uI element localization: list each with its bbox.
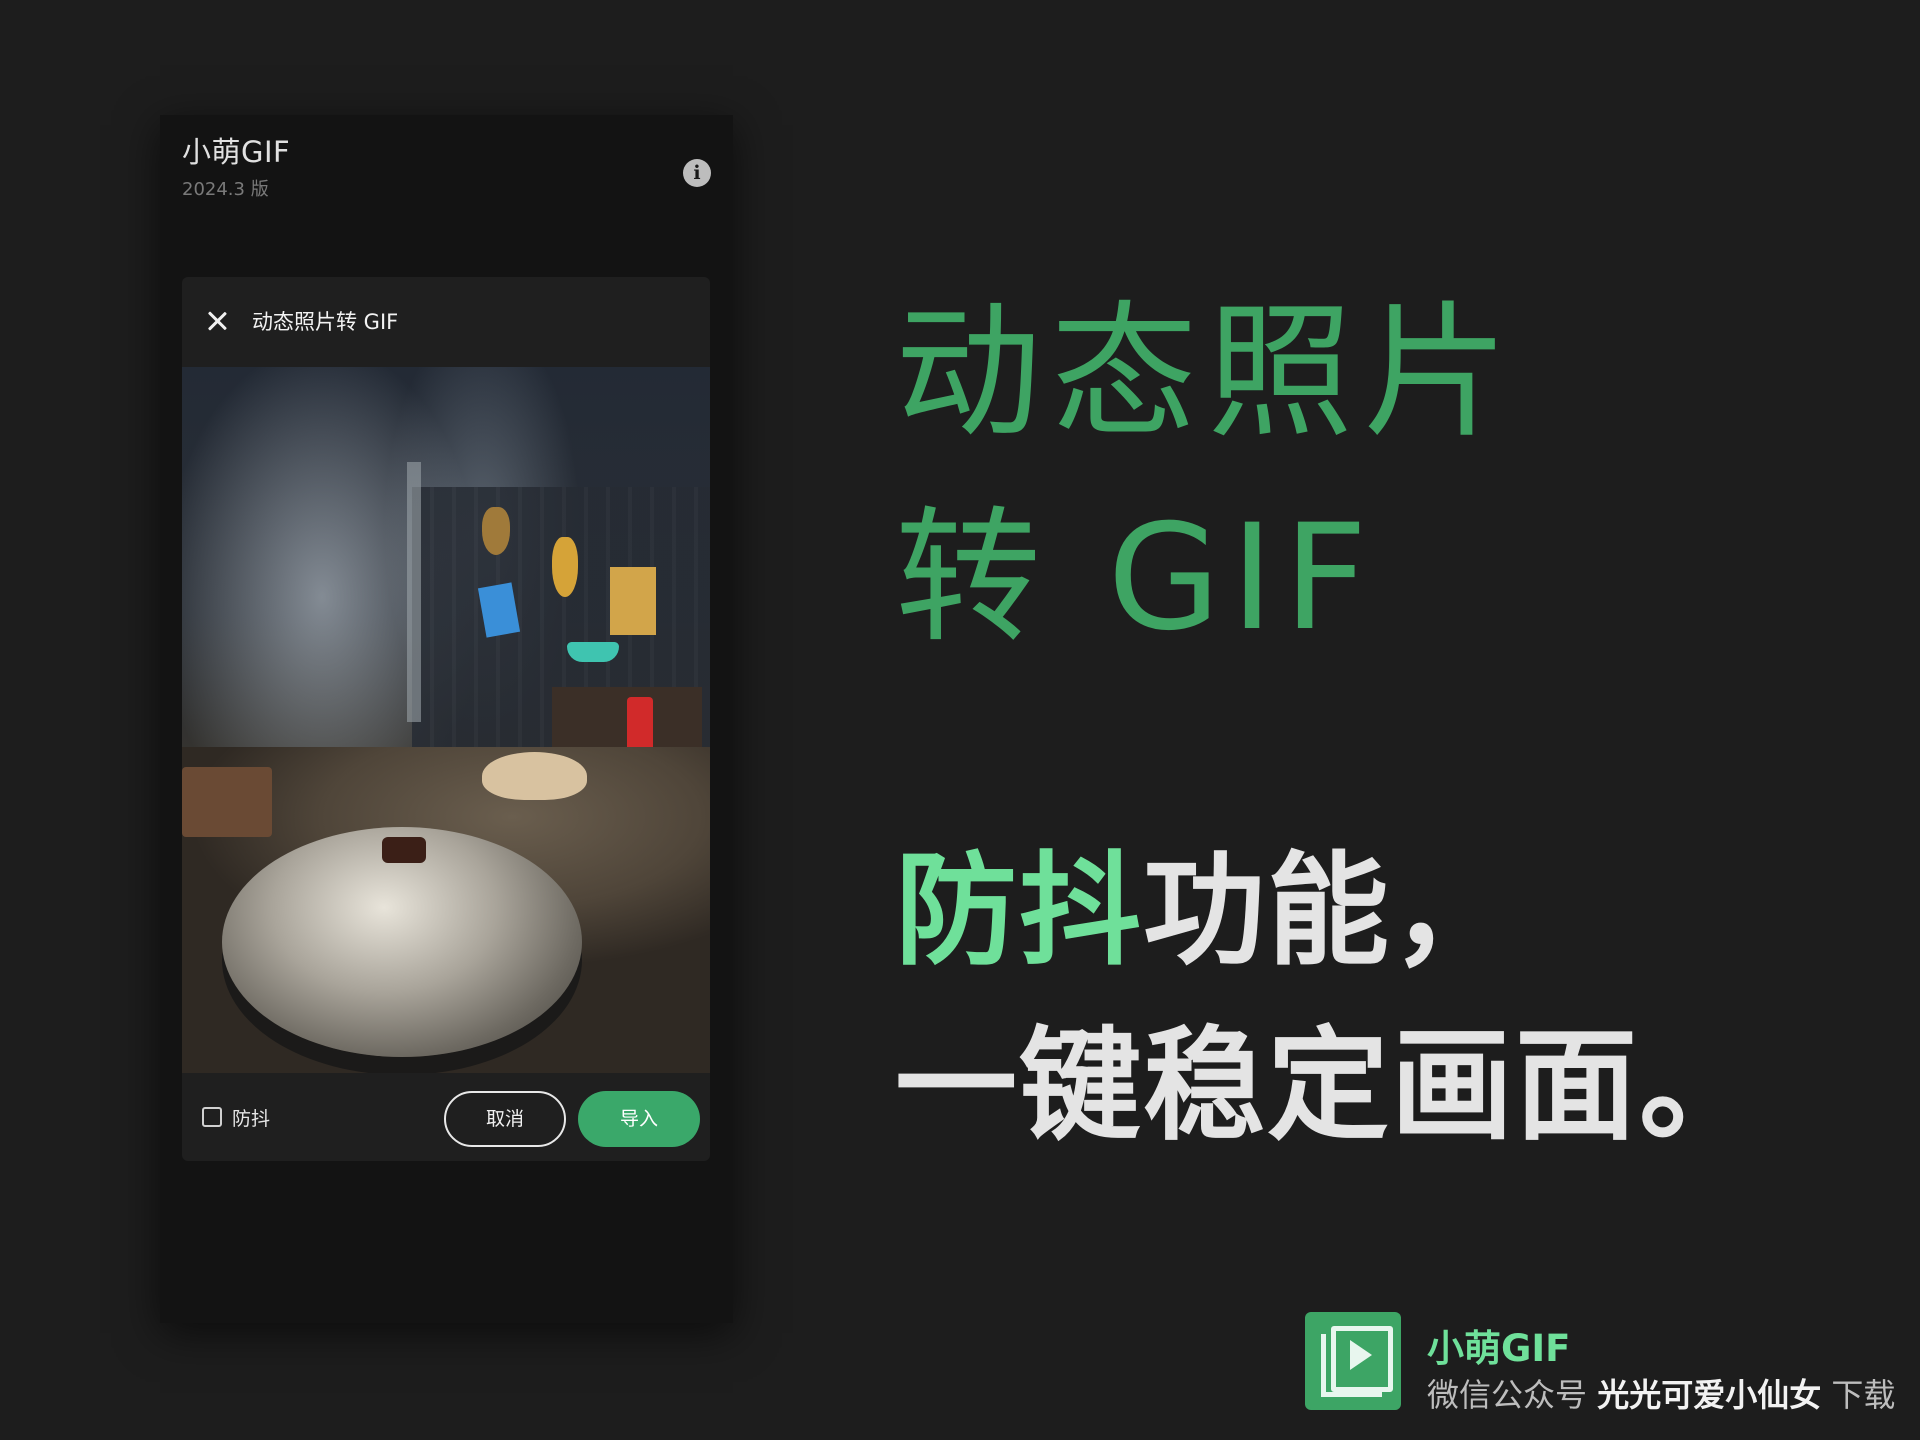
brand-sub-suffix: 下载 [1821, 1376, 1896, 1414]
app-header: 小萌GIF 2024.3 版 i [182, 129, 711, 200]
play-icon [1350, 1340, 1372, 1370]
tagline-accent: 防抖 [895, 840, 1143, 982]
cancel-button[interactable]: 取消 [444, 1091, 566, 1147]
photo-stool [182, 767, 272, 837]
dialog-header: 动态照片转 GIF [182, 277, 710, 365]
brand-name: 小萌GIF [1427, 1327, 1571, 1370]
tagline-rest: 功能， [1143, 840, 1515, 982]
photo-poster [610, 567, 656, 635]
photo-hanging-bag [482, 507, 510, 555]
brand-sub-account: 光光可爱小仙女 [1597, 1376, 1822, 1414]
stabilize-checkbox[interactable] [202, 1107, 222, 1127]
phone-screen: 小萌GIF 2024.3 版 i 动态照片转 GIF 防抖 取消 导入 [160, 115, 733, 1323]
photo-dog [482, 752, 587, 800]
info-icon[interactable]: i [683, 159, 711, 187]
live-photo-to-gif-dialog: 动态照片转 GIF 防抖 取消 导入 [182, 277, 710, 1161]
promo-canvas: 小萌GIF 2024.3 版 i 动态照片转 GIF 防抖 取消 导入 动态照片… [0, 0, 1920, 1440]
tagline-line-2: 一键稳定画面。 [895, 1015, 1763, 1157]
close-icon[interactable] [206, 310, 228, 332]
import-button[interactable]: 导入 [578, 1091, 700, 1147]
photo-doorway [407, 462, 421, 722]
app-version: 2024.3 版 [182, 179, 269, 200]
photo-pot-knob [382, 837, 426, 863]
stabilize-label[interactable]: 防抖 [232, 1104, 270, 1131]
photo-hanging-bag [552, 537, 578, 597]
headline-line-1: 动态照片 [895, 288, 1519, 458]
photo-red-jar [627, 697, 653, 752]
app-title: 小萌GIF [182, 135, 291, 169]
brand-download-note: 微信公众号 光光可爱小仙女 下载 [1427, 1370, 1895, 1416]
brand-sub-prefix: 微信公众号 [1427, 1376, 1598, 1414]
live-photo-preview [182, 367, 710, 1073]
tagline-line-1: 防抖功能， [895, 850, 1515, 972]
photo-basin [567, 642, 619, 662]
dialog-title: 动态照片转 GIF [252, 310, 399, 334]
headline-line-2: 转 GIF [895, 493, 1378, 663]
dialog-footer: 防抖 取消 导入 [182, 1073, 710, 1161]
app-logo-icon [1305, 1312, 1401, 1410]
